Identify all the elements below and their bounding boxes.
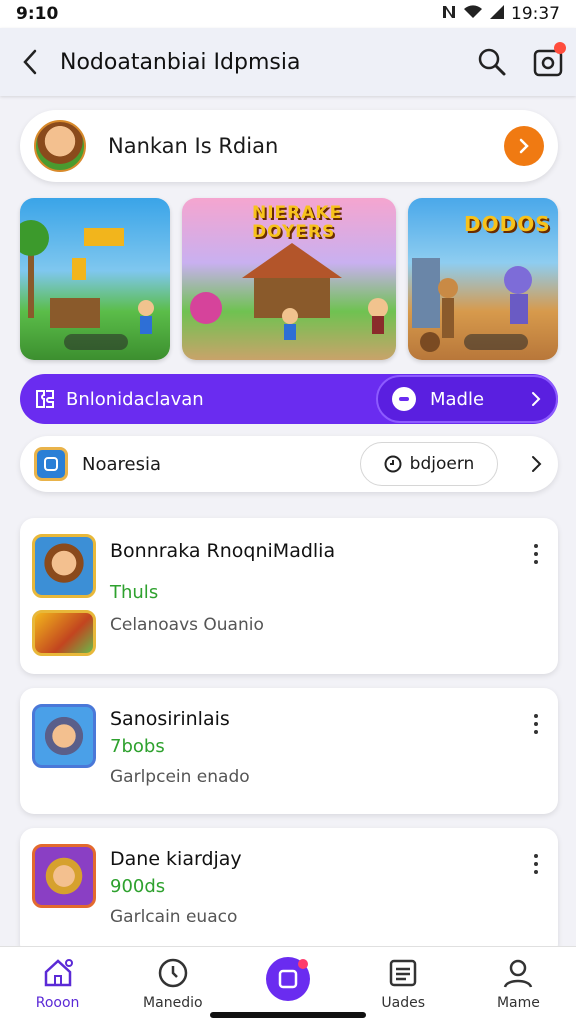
back-button[interactable] [0,28,60,96]
game-icons [32,844,98,942]
game-subtitle: Garlpcein enado [110,767,250,787]
game-card[interactable]: Sanosirinlais 7bobs Garlpcein enado [20,688,558,814]
game-subtitle: Celanoavs Ouanio [110,615,264,635]
game-icon [32,534,96,598]
profile-card[interactable]: Nankan Is Rdian [20,110,558,182]
primary-action-bar[interactable]: Bnlonidaclavan Madle [20,374,558,424]
secondary-bar-name: Noaresia [82,453,161,475]
nav-label: Manedio [143,995,203,1011]
secondary-pill-label: bdjoern [409,454,475,474]
secondary-bar[interactable]: Noaresia bdjoern [20,436,558,492]
search-icon [478,48,506,76]
game-title: Bonnraka RnoqniMadlia [110,540,336,562]
banner-3-chip [464,334,528,350]
status-time: 9:10 [16,4,59,24]
banner-carousel: NIERAKE DOYERS DODOS [20,198,560,360]
chevron-left-icon [23,49,37,75]
edit-icon [266,957,310,1001]
list-icon [389,959,417,987]
nav-item-profile[interactable]: Mame [461,947,576,1024]
game-tag: 900ds [110,876,166,897]
clock-icon [158,958,188,988]
banner-1[interactable] [20,198,170,360]
banner-3[interactable]: DODOS [408,198,558,360]
primary-pill-label: Madle [430,388,485,410]
home-icon [44,959,73,987]
game-card[interactable]: Bonnraka RnoqniMadlia Thuls Celanoavs Ou… [20,518,558,674]
banner-3-title: DODOS [464,212,551,236]
search-button[interactable] [464,28,520,96]
nav-label: Rooon [35,995,80,1011]
avatar [34,120,86,172]
chat-icon [392,387,416,411]
notification-dot [554,42,566,54]
nfc-icon [441,4,457,25]
game-title: Dane kiardjay [110,848,242,870]
game-subtitle: Garlcain euaco [110,907,238,927]
chevron-right-icon [519,138,529,154]
status-bar: 9:10 19:37 [0,0,576,28]
status-icons: 19:37 [441,4,560,25]
more-options-icon[interactable] [526,704,546,798]
page-title: Nodoatanbiai Idpmsia [60,49,301,75]
primary-bar-label: Bnlonidaclavan [66,388,204,410]
profile-go-button[interactable] [504,126,544,166]
game-icon [32,704,96,768]
primary-bar-pill[interactable]: Madle [376,375,558,423]
game-thumbnail [32,610,96,656]
game-icons [32,704,98,798]
game-tag: Thuls [110,582,159,603]
game-card[interactable]: Dane kiardjay 900ds Garlcain euaco [20,828,558,958]
badge-dot [298,959,308,969]
secondary-chevron[interactable] [498,454,544,474]
profile-name: Nankan Is Rdian [108,134,279,158]
banner-2[interactable]: NIERAKE DOYERS [182,198,396,360]
more-options-icon[interactable] [526,844,546,942]
nav-item-home[interactable]: Rooon [0,947,115,1024]
game-icon [32,844,96,908]
game-title: Sanosirinlais [110,708,230,730]
puzzle-icon [36,390,54,408]
notifications-button[interactable] [520,28,576,96]
app-bar: Nodoatanbiai Idpmsia [0,28,576,96]
game-info: Sanosirinlais 7bobs Garlpcein enado [110,704,526,798]
game-tag: 7bobs [110,736,165,757]
secondary-pill-button[interactable]: bdjoern [360,442,498,486]
nav-label: Mame [496,995,540,1011]
game-info: Bonnraka RnoqniMadlia Thuls Celanoavs Ou… [110,534,526,658]
signal-icon [489,4,505,25]
app-icon [34,447,68,481]
nav-label: Uades [381,995,426,1011]
home-indicator [210,1012,366,1018]
chevron-right-icon [532,456,542,472]
chevron-right-icon [532,392,541,406]
game-icons [32,534,98,658]
more-options-icon[interactable] [526,534,546,658]
banner-1-chip [64,334,128,350]
primary-bar-lead[interactable]: Bnlonidaclavan [20,388,376,410]
status-right-text: 19:37 [511,4,560,24]
clock-icon [384,455,402,473]
game-info: Dane kiardjay 900ds Garlcain euaco [110,844,526,942]
person-icon [504,959,533,988]
banner-2-title: NIERAKE DOYERS [252,203,343,242]
wifi-icon [463,4,483,25]
